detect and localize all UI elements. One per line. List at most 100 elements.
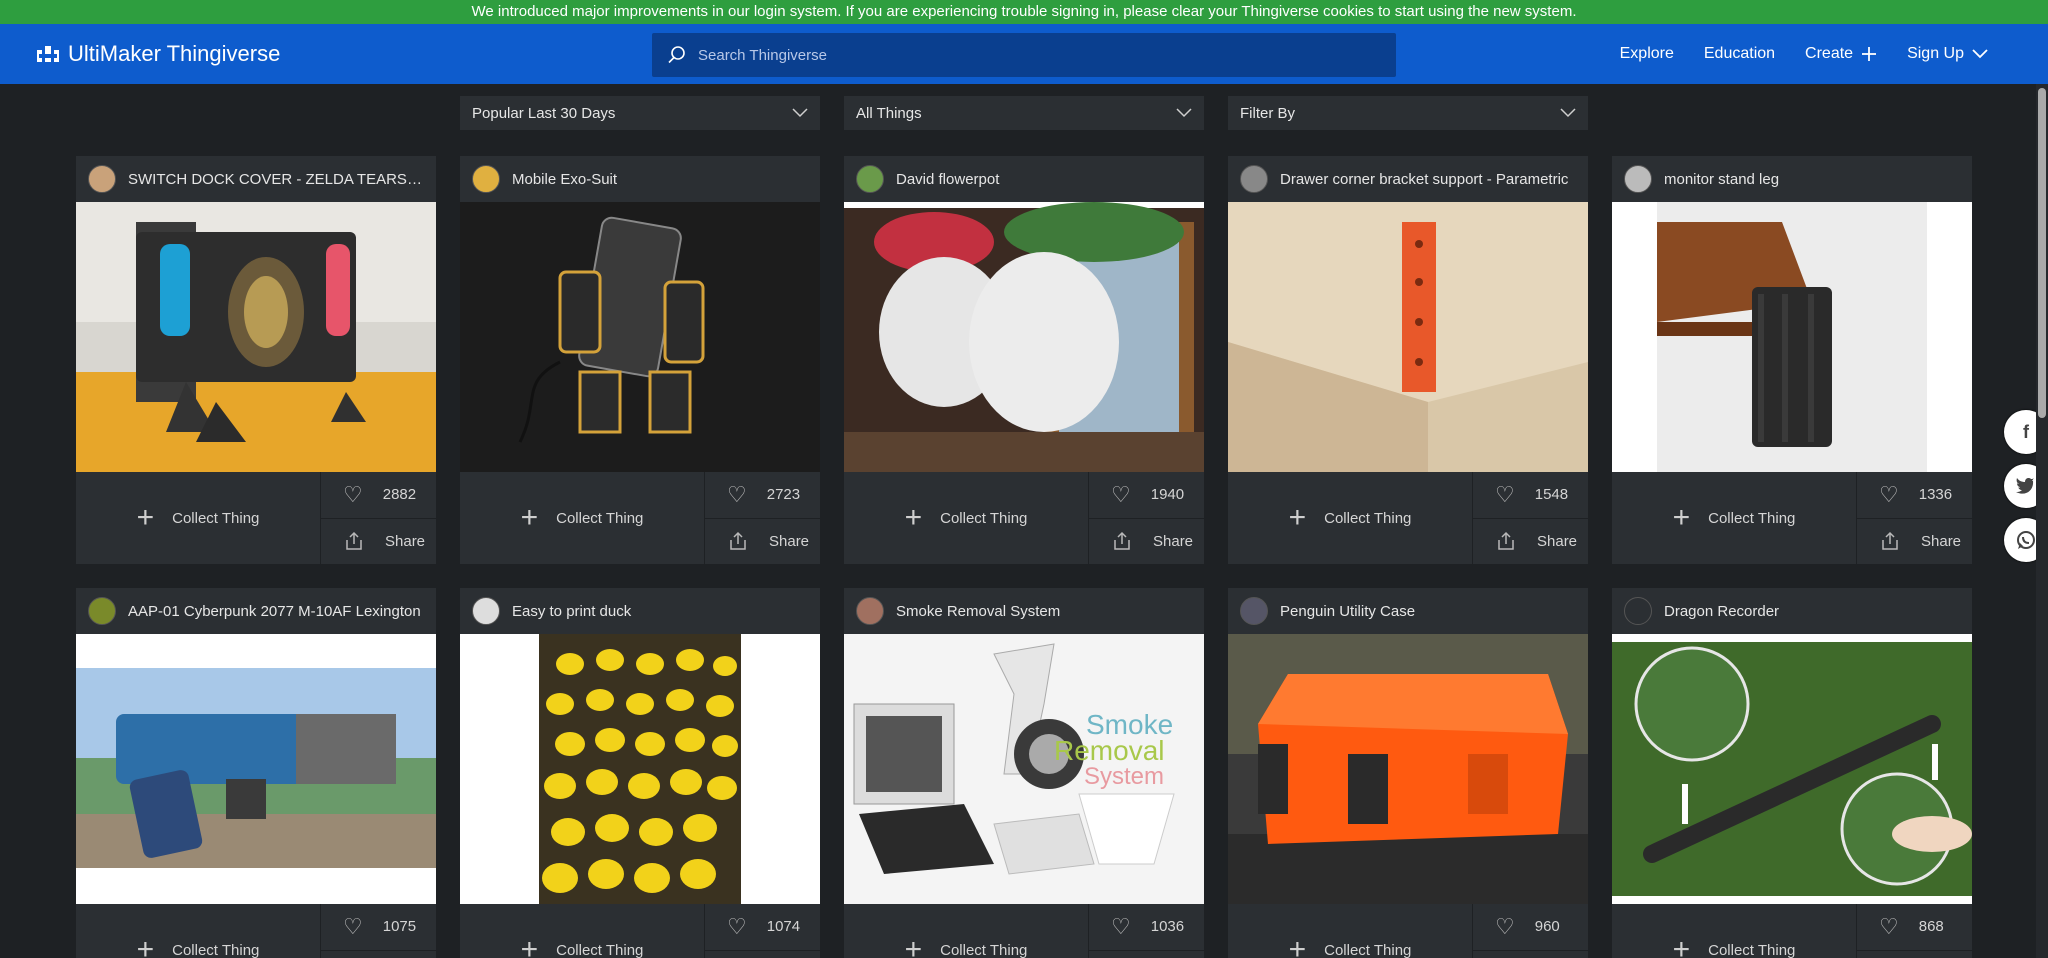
nav-education[interactable]: Education: [1704, 45, 1775, 63]
card-footer: + Collect Thing ♡ 2723 Share: [460, 472, 820, 564]
thing-image[interactable]: [76, 202, 436, 472]
like-count: 2723: [766, 486, 801, 504]
collect-thing-button[interactable]: + Collect Thing: [1228, 904, 1472, 958]
avatar[interactable]: [1240, 597, 1268, 625]
thing-title[interactable]: David flowerpot: [896, 171, 1192, 188]
nav-education-label: Education: [1703, 45, 1776, 62]
avatar[interactable]: [1624, 597, 1652, 625]
thing-title[interactable]: AAP-01 Cyberpunk 2077 M-10AF Lexington: [128, 603, 424, 620]
share-button[interactable]: Share: [1857, 951, 1972, 958]
avatar[interactable]: [856, 597, 884, 625]
thing-image[interactable]: [844, 202, 1204, 472]
card-footer: + Collect Thing ♡ 1548 Share: [1228, 472, 1588, 564]
thing-title[interactable]: Smoke Removal System: [896, 603, 1192, 620]
thing-card: Dragon Recorder + Collect Thing ♡ 868: [1612, 588, 1972, 958]
share-button[interactable]: Share: [1089, 951, 1204, 958]
collect-thing-button[interactable]: + Collect Thing: [844, 904, 1088, 958]
share-label: Share: [385, 532, 426, 550]
avatar[interactable]: [88, 597, 116, 625]
nav-explore[interactable]: Explore: [1620, 45, 1674, 63]
avatar[interactable]: [1624, 165, 1652, 193]
collect-thing-label: Collect Thing: [940, 509, 1028, 527]
like-button[interactable]: ♡ 1548: [1473, 472, 1588, 519]
card-actions: ♡ 1548 Share: [1472, 472, 1588, 564]
thing-image[interactable]: [1612, 634, 1972, 904]
share-button[interactable]: Share: [705, 519, 820, 565]
thing-image[interactable]: [1228, 634, 1588, 904]
collect-thing-button[interactable]: + Collect Thing: [460, 472, 704, 564]
thing-image[interactable]: [1228, 202, 1588, 472]
search-bar[interactable]: [652, 33, 1396, 77]
share-button[interactable]: Share: [321, 519, 436, 565]
plus-icon: +: [136, 501, 155, 534]
share-button[interactable]: Share: [705, 951, 820, 958]
logo[interactable]: UltiMaker Thingiverse: [36, 24, 280, 84]
nav-sign-up[interactable]: Sign Up: [1907, 45, 1988, 63]
thing-image[interactable]: [76, 634, 436, 904]
like-count: 1940: [1150, 486, 1185, 504]
type-dropdown[interactable]: All Things: [844, 96, 1204, 130]
card-header: SWITCH DOCK COVER - ZELDA TEARS OF THE K…: [76, 156, 436, 202]
sort-dropdown[interactable]: Popular Last 30 Days: [460, 96, 820, 130]
thing-title[interactable]: monitor stand leg: [1664, 171, 1960, 188]
share-icon: [1882, 532, 1898, 550]
collect-thing-label: Collect Thing: [1324, 509, 1412, 527]
share-button[interactable]: Share: [1473, 519, 1588, 565]
thing-image-art: Smoke Removal System: [844, 634, 1204, 904]
collect-thing-label: Collect Thing: [172, 509, 260, 527]
share-button[interactable]: Share: [1857, 519, 1972, 565]
page-scrollbar-thumb[interactable]: [2038, 88, 2046, 418]
share-icon: [1498, 532, 1514, 550]
like-button[interactable]: ♡ 1336: [1857, 472, 1972, 519]
like-button[interactable]: ♡ 1074: [705, 904, 820, 951]
card-header: monitor stand leg: [1612, 156, 1972, 202]
avatar[interactable]: [88, 165, 116, 193]
collect-thing-label: Collect Thing: [556, 509, 644, 527]
heart-icon: ♡: [1495, 913, 1515, 939]
collect-thing-button[interactable]: + Collect Thing: [76, 904, 320, 958]
filter-by-dropdown[interactable]: Filter By: [1228, 96, 1588, 130]
thing-title[interactable]: Mobile Exo-Suit: [512, 171, 808, 188]
chevron-down-icon: [1972, 49, 1988, 59]
collect-thing-button[interactable]: + Collect Thing: [844, 472, 1088, 564]
collect-thing-button[interactable]: + Collect Thing: [1612, 904, 1856, 958]
avatar[interactable]: [856, 165, 884, 193]
type-dropdown-value: All Things: [856, 104, 922, 122]
avatar[interactable]: [472, 165, 500, 193]
card-footer: + Collect Thing ♡ 1940 Share: [844, 472, 1204, 564]
thing-title[interactable]: Drawer corner bracket support - Parametr…: [1280, 171, 1576, 188]
like-button[interactable]: ♡ 2882: [321, 472, 436, 519]
thing-title[interactable]: Dragon Recorder: [1664, 603, 1960, 620]
search-input[interactable]: [698, 46, 1338, 64]
like-button[interactable]: ♡ 868: [1857, 904, 1972, 951]
like-button[interactable]: ♡ 1036: [1089, 904, 1204, 951]
nav-sign-up-label: Sign Up: [1907, 45, 1964, 62]
thing-title[interactable]: SWITCH DOCK COVER - ZELDA TEARS OF THE K…: [128, 171, 424, 188]
collect-thing-button[interactable]: + Collect Thing: [76, 472, 320, 564]
thing-image-art: [1612, 634, 1972, 904]
thing-image[interactable]: [460, 634, 820, 904]
thing-title[interactable]: Penguin Utility Case: [1280, 603, 1576, 620]
thing-image[interactable]: [1612, 202, 1972, 472]
like-button[interactable]: ♡ 1940: [1089, 472, 1204, 519]
like-button[interactable]: ♡ 2723: [705, 472, 820, 519]
share-button[interactable]: Share: [321, 951, 436, 958]
collect-thing-button[interactable]: + Collect Thing: [1612, 472, 1856, 564]
avatar[interactable]: [472, 597, 500, 625]
plus-icon: [1862, 47, 1877, 61]
card-footer: + Collect Thing ♡ 868 Share: [1612, 904, 1972, 958]
share-button[interactable]: Share: [1089, 519, 1204, 565]
collect-thing-button[interactable]: + Collect Thing: [1228, 472, 1472, 564]
card-footer: + Collect Thing ♡ 1074 Share: [460, 904, 820, 958]
like-button[interactable]: ♡ 960: [1473, 904, 1588, 951]
thing-image-art: [76, 634, 436, 904]
thing-image[interactable]: [460, 202, 820, 472]
avatar[interactable]: [1240, 165, 1268, 193]
share-button[interactable]: Share: [1473, 951, 1588, 958]
like-button[interactable]: ♡ 1075: [321, 904, 436, 951]
thing-title[interactable]: Easy to print duck: [512, 603, 808, 620]
thing-image[interactable]: Smoke Removal System: [844, 634, 1204, 904]
nav-create[interactable]: Create: [1805, 45, 1877, 63]
plus-icon: +: [1672, 933, 1691, 958]
collect-thing-button[interactable]: + Collect Thing: [460, 904, 704, 958]
